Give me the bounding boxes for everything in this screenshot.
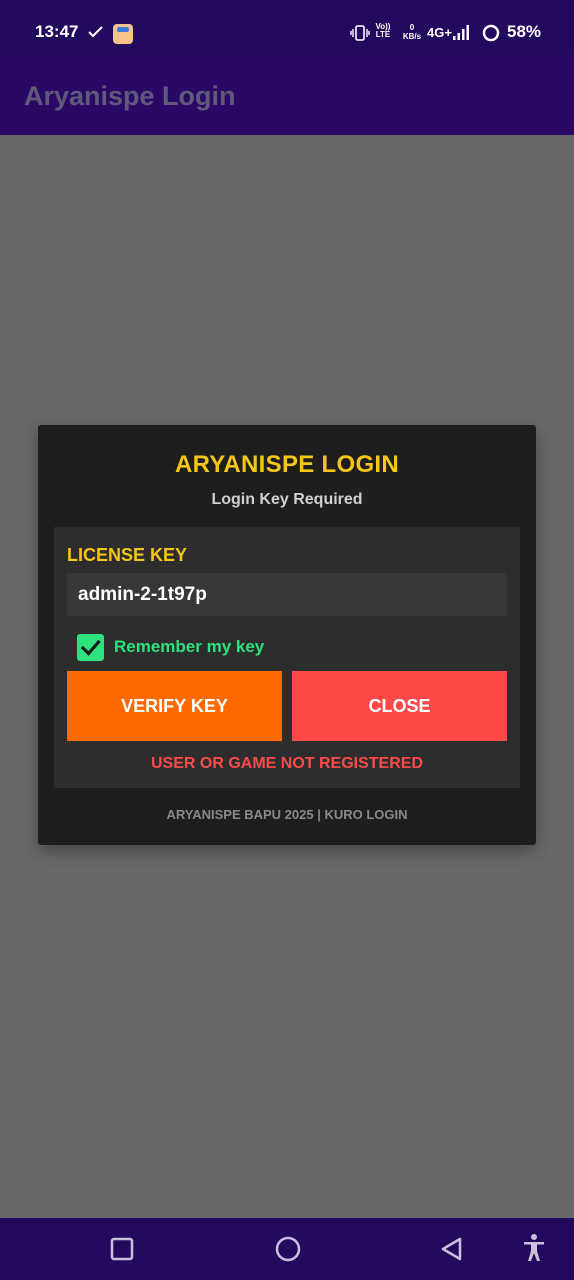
network-type: 4G+ — [427, 25, 452, 40]
dialog-title: ARYANISPE LOGIN — [174, 451, 400, 478]
login-panel: LICENSE KEY Remember my key VERIFY KEY C… — [54, 527, 520, 788]
dialog-subtitle: Login Key Required — [211, 491, 363, 508]
remember-label[interactable]: Remember my key — [114, 637, 264, 657]
vibrate-icon — [350, 25, 370, 46]
network-speed: 0 KB/s — [401, 23, 423, 41]
home-icon[interactable] — [274, 1234, 302, 1269]
license-key-input[interactable] — [67, 573, 507, 616]
login-dialog: ARYANISPE LOGIN Login Key Required LICEN… — [38, 425, 536, 845]
check-icon — [88, 25, 103, 43]
lte-label: LTE — [375, 30, 391, 39]
back-icon[interactable] — [439, 1235, 465, 1268]
verify-key-button[interactable]: VERIFY KEY — [67, 671, 282, 741]
dialog-footer: ARYANISPE BAPU 2025 | KURO LOGIN — [166, 807, 408, 822]
license-key-label: LICENSE KEY — [67, 545, 188, 565]
signal-icon — [452, 25, 470, 46]
speed-unit: KB/s — [402, 32, 422, 41]
status-bar: 13:47 Vo)) LTE 0 KB/s 4G+ 58% — [0, 0, 574, 54]
volte-indicator: Vo)) LTE — [374, 23, 392, 39]
close-button[interactable]: CLOSE — [292, 671, 507, 741]
app-bar: Aryanispe Login — [0, 54, 574, 135]
app-title: Aryanispe Login — [24, 81, 236, 111]
error-message: USER OR GAME NOT REGISTERED — [150, 755, 424, 772]
checkmark-icon — [80, 639, 101, 656]
battery-ring-icon — [482, 24, 500, 47]
recents-icon[interactable] — [109, 1235, 135, 1268]
remember-checkbox[interactable] — [77, 634, 104, 661]
app-notification-icon — [113, 24, 133, 44]
battery-percent: 58% — [507, 22, 542, 41]
navigation-bar — [0, 1218, 574, 1280]
status-time: 13:47 — [35, 22, 79, 41]
speed-value: 0 — [409, 23, 415, 32]
accessibility-icon[interactable] — [521, 1233, 547, 1268]
